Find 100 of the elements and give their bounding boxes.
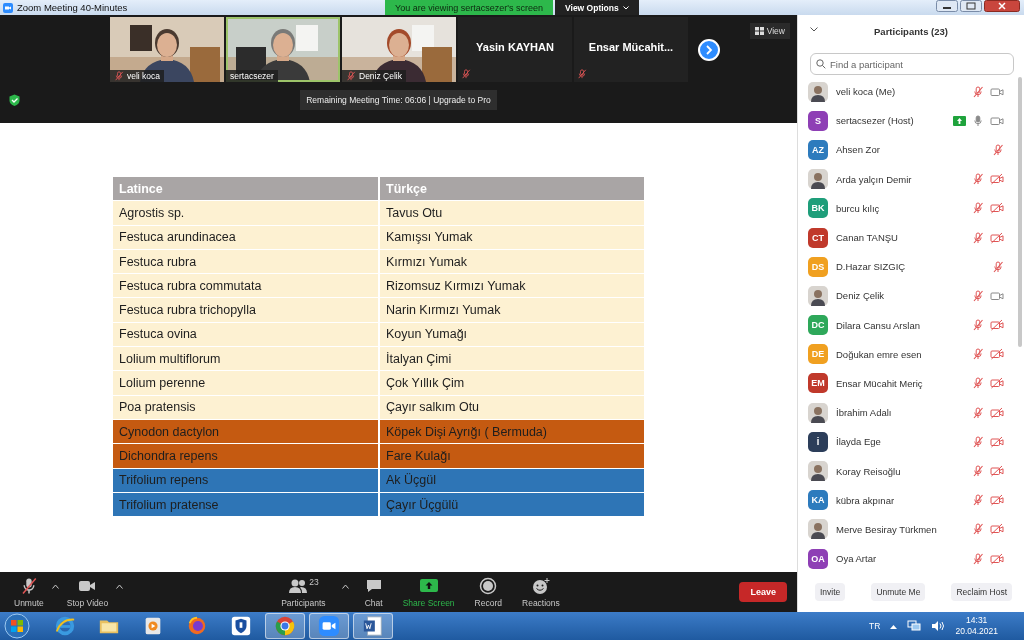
participant-name: Ensar Mücahit... — [587, 41, 675, 53]
table-cell-text: Festuca rubra trichopylla — [118, 302, 257, 320]
caret-icon[interactable] — [49, 583, 61, 589]
video-tile[interactable]: sertacsezer — [226, 17, 340, 82]
initials-avatar: DC — [808, 315, 828, 336]
browser-e-icon — [54, 615, 76, 637]
participant-name[interactable]: İlayda Ege — [836, 436, 964, 448]
table-cell-text: Lolium multiflorum — [118, 350, 222, 368]
table-cell-text: Lolium perenne — [118, 375, 207, 392]
search-icon — [816, 59, 826, 69]
caret-icon — [622, 5, 629, 10]
participants-toolbar-button[interactable]: 23 Participants — [275, 576, 332, 608]
video-tile[interactable]: veli koca — [110, 17, 224, 82]
remaining-time-notice[interactable]: Remaining Meeting Time: 06:06 | Upgrade to Pro — [300, 90, 497, 110]
avatar-silhouette-icon — [808, 461, 828, 482]
share-screen-icon — [418, 576, 439, 595]
record-toolbar-button[interactable]: Record — [468, 576, 508, 608]
clock-time[interactable]: 14:31 — [966, 615, 988, 626]
initials-avatar: KA — [808, 490, 828, 511]
participant-name[interactable]: Koray Reisoğlu — [836, 465, 964, 477]
participant-name[interactable]: Dilara Cansu Arslan — [836, 319, 964, 331]
window-title: Zoom Meeting 40-Minutes — [17, 2, 128, 13]
participant-name[interactable]: Deniz Çelik — [836, 290, 964, 302]
close-icon[interactable] — [984, 0, 1020, 12]
taskbar-app-button[interactable] — [353, 613, 393, 639]
participant-name[interactable]: Arda yalçın Demir — [836, 173, 964, 185]
table-cell-text: Festuca arundinacea — [118, 229, 237, 247]
video-toolbar-button[interactable]: Stop Video — [60, 576, 115, 608]
minimize-icon[interactable] — [936, 0, 958, 12]
participant-name[interactable]: D.Hazar SIZGIÇ — [836, 261, 984, 273]
table-cell: Fare Kulağı — [378, 444, 644, 468]
participant-name[interactable]: sertacsezer (Host) — [836, 115, 945, 127]
mic-toolbar-button[interactable]: Unmute — [8, 576, 50, 608]
participant-name[interactable]: burcu kılıç — [836, 202, 964, 214]
chevron-right-icon — [705, 45, 713, 55]
panel-title: Participants (23) — [874, 25, 948, 37]
column-header: Latince — [118, 180, 164, 198]
participant-name[interactable]: Ahsen Zor — [836, 144, 984, 156]
panel-action-button[interactable]: Reclaim Host — [951, 583, 1012, 601]
chrome-browser-icon — [274, 615, 296, 637]
video-tile[interactable]: Yasin KAYHAN — [458, 17, 572, 82]
up-arrow-icon[interactable] — [890, 623, 898, 629]
grid-icon — [754, 27, 764, 35]
table-cell: Tavus Otu — [378, 201, 644, 225]
panel-action-button[interactable]: Unmute Me — [871, 583, 926, 601]
view-options-button[interactable]: View Options — [555, 0, 639, 15]
table-cell-text: Poa pratensis — [118, 399, 197, 417]
leave-button[interactable]: Leave — [739, 582, 787, 602]
app-logo-icon — [3, 2, 13, 13]
table-cell-text: Cynodon dactylon — [118, 423, 221, 441]
table-cell: Çok Yıllık Çim — [378, 371, 644, 395]
clock-date[interactable]: 20.04.2021 — [955, 626, 998, 637]
initials-avatar: S — [808, 110, 828, 131]
table-cell: Narin Kırmızı Yumak — [378, 298, 644, 322]
speaker-icon[interactable] — [931, 620, 946, 632]
view-button[interactable]: View — [749, 23, 790, 39]
avatar-silhouette-icon — [808, 169, 828, 190]
participant-count: 23 — [309, 576, 319, 587]
reactions-toolbar-button[interactable]: Reactions — [516, 576, 566, 608]
participant-name[interactable]: Canan TANŞU — [836, 232, 964, 244]
panel-action-button[interactable]: Invite — [815, 583, 846, 601]
participant-name[interactable]: Merve Besiray Türkmen — [836, 523, 964, 535]
caret-icon[interactable] — [339, 583, 351, 589]
fox-browser-icon — [186, 615, 208, 637]
taskbar-app-button[interactable] — [309, 613, 349, 639]
search-field[interactable]: Find a participant — [810, 53, 1014, 75]
chat-toolbar-button[interactable]: Chat — [358, 576, 389, 608]
avatar-silhouette-icon — [808, 519, 828, 540]
shield-app-icon — [230, 615, 252, 637]
start-orb-icon[interactable] — [3, 613, 31, 639]
network-icon[interactable] — [907, 620, 922, 632]
participant-name[interactable]: Ensar Mücahit Meriç — [836, 377, 964, 389]
initials-avatar: EM — [808, 373, 828, 394]
participant-name[interactable]: veli koca (Me) — [836, 86, 964, 98]
share-toolbar-button[interactable]: Share Screen — [396, 576, 461, 608]
participant-name[interactable]: Oya Artar — [836, 553, 964, 565]
scrollbar-thumb[interactable] — [1018, 77, 1022, 347]
video-tile[interactable]: Deniz Çelik — [342, 17, 456, 82]
table-cell-text: Agrostis sp. — [118, 204, 186, 222]
participant-name: sertacsezer — [230, 71, 274, 81]
smiley-plus-icon — [530, 576, 551, 595]
video-tile[interactable]: Ensar Mücahit... — [574, 17, 688, 82]
table-cell-text: Trifolium repens — [118, 472, 210, 490]
table-cell: Ak Üçgül — [378, 468, 644, 492]
shield-check-icon[interactable] — [9, 94, 20, 106]
chevron-down-icon[interactable] — [810, 27, 818, 32]
participant-name[interactable]: kübra akpınar — [836, 494, 964, 506]
participant-name: veli koca — [127, 71, 161, 81]
record-icon — [479, 576, 498, 595]
language-indicator[interactable]: TR — [869, 621, 881, 631]
participant-name[interactable]: İbrahim Adalı — [836, 407, 964, 419]
initials-avatar: BK — [808, 198, 828, 219]
screen-share-banner: You are viewing sertacsezer's screen — [385, 0, 553, 15]
initials-avatar: OA — [808, 548, 828, 569]
table-cell-text: Dichondra repens — [118, 447, 219, 465]
table-cell-text: Festuca ovina — [118, 326, 198, 344]
table-cell-text: Festuca rubra commutata — [118, 277, 263, 295]
video-camera-app-icon — [318, 615, 340, 637]
next-page-button[interactable] — [698, 39, 720, 61]
participant-name[interactable]: Doğukan emre esen — [836, 348, 964, 360]
